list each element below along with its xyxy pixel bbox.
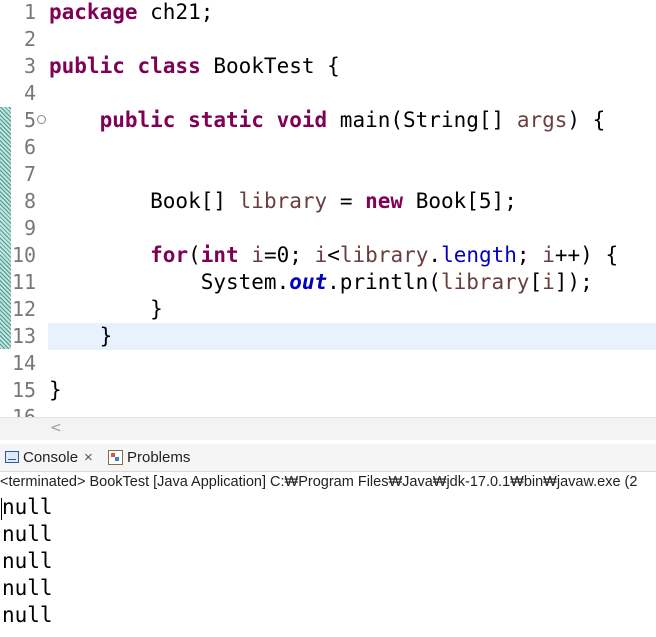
line-number: 5 [23,108,36,132]
code-editor[interactable]: 1 package ch21; 2 3 public class BookTest { 4… [0,0,656,417]
code-line: 15} [0,377,656,404]
code-line: 16 [0,404,656,417]
line-number: 9 [23,216,36,240]
code-text: public class BookTest { [49,54,340,78]
close-icon[interactable]: × [84,449,93,466]
code-text: package ch21; [49,0,214,24]
code-text: Book[] library = new Book[5]; [49,189,517,213]
line-number: 14 [12,351,37,375]
scroll-left-arrow-icon[interactable]: < [50,420,62,436]
code-text: public static void main(String[] args) { [99,108,606,132]
code-line: 5 public static void main(String[] args)… [0,107,656,134]
tab-console-label: Console [23,449,79,466]
line-number: 3 [23,54,36,78]
line-number: 7 [23,162,36,186]
code-line: 4 [0,80,656,107]
code-text: for(int i=0; i<library.length; i++) { [150,243,619,267]
code-line: 2 [0,26,656,53]
fold-collapse-icon[interactable] [37,115,46,124]
code-line: 12 } [0,296,656,323]
line-number: 1 [23,0,36,24]
panel-tab-bar: Console × Problems [0,444,656,472]
console-output-line: null [2,576,53,600]
code-line: 14 [0,350,656,377]
code-text: } [49,378,62,402]
code-text: System.out.println(library[i]); [49,270,593,294]
line-number: 2 [23,27,36,51]
code-text: } [49,324,113,348]
code-line: 13 } [0,323,656,350]
code-line: 11 System.out.println(library[i]); [0,269,656,296]
line-number: 13 [12,324,37,348]
console-status: <terminated> BookTest [Java Application]… [0,474,638,490]
console-output[interactable]: null null null null null [2,494,53,629]
console-icon [5,451,19,464]
problems-icon [108,449,123,465]
line-number: 15 [12,378,37,402]
console-output-line: null [2,495,53,519]
horizontal-scrollbar[interactable]: < [0,417,656,440]
line-number: 6 [23,135,36,159]
tab-problems-label: Problems [127,449,191,466]
console-output-line: null [2,549,53,573]
code-line: 10 for(int i=0; i<library.length; i++) { [0,242,656,269]
code-line: 8 Book[] library = new Book[5]; [0,188,656,215]
code-line: 6 [0,134,656,161]
tab-problems[interactable]: Problems [108,447,190,469]
code-line: 3 public class BookTest { [0,53,656,80]
line-number: 8 [23,189,36,213]
code-text: } [49,297,163,321]
console-output-line: null [2,603,53,627]
line-number: 16 [12,405,37,417]
tab-console[interactable]: Console × [5,447,93,469]
line-number: 4 [23,81,36,105]
code-line: 7 [0,161,656,188]
line-number: 10 [12,243,37,267]
line-number: 12 [12,297,37,321]
console-output-line: null [2,522,53,546]
code-line: 1 package ch21; [0,0,656,26]
line-number: 11 [12,270,37,294]
code-line: 9 [0,215,656,242]
